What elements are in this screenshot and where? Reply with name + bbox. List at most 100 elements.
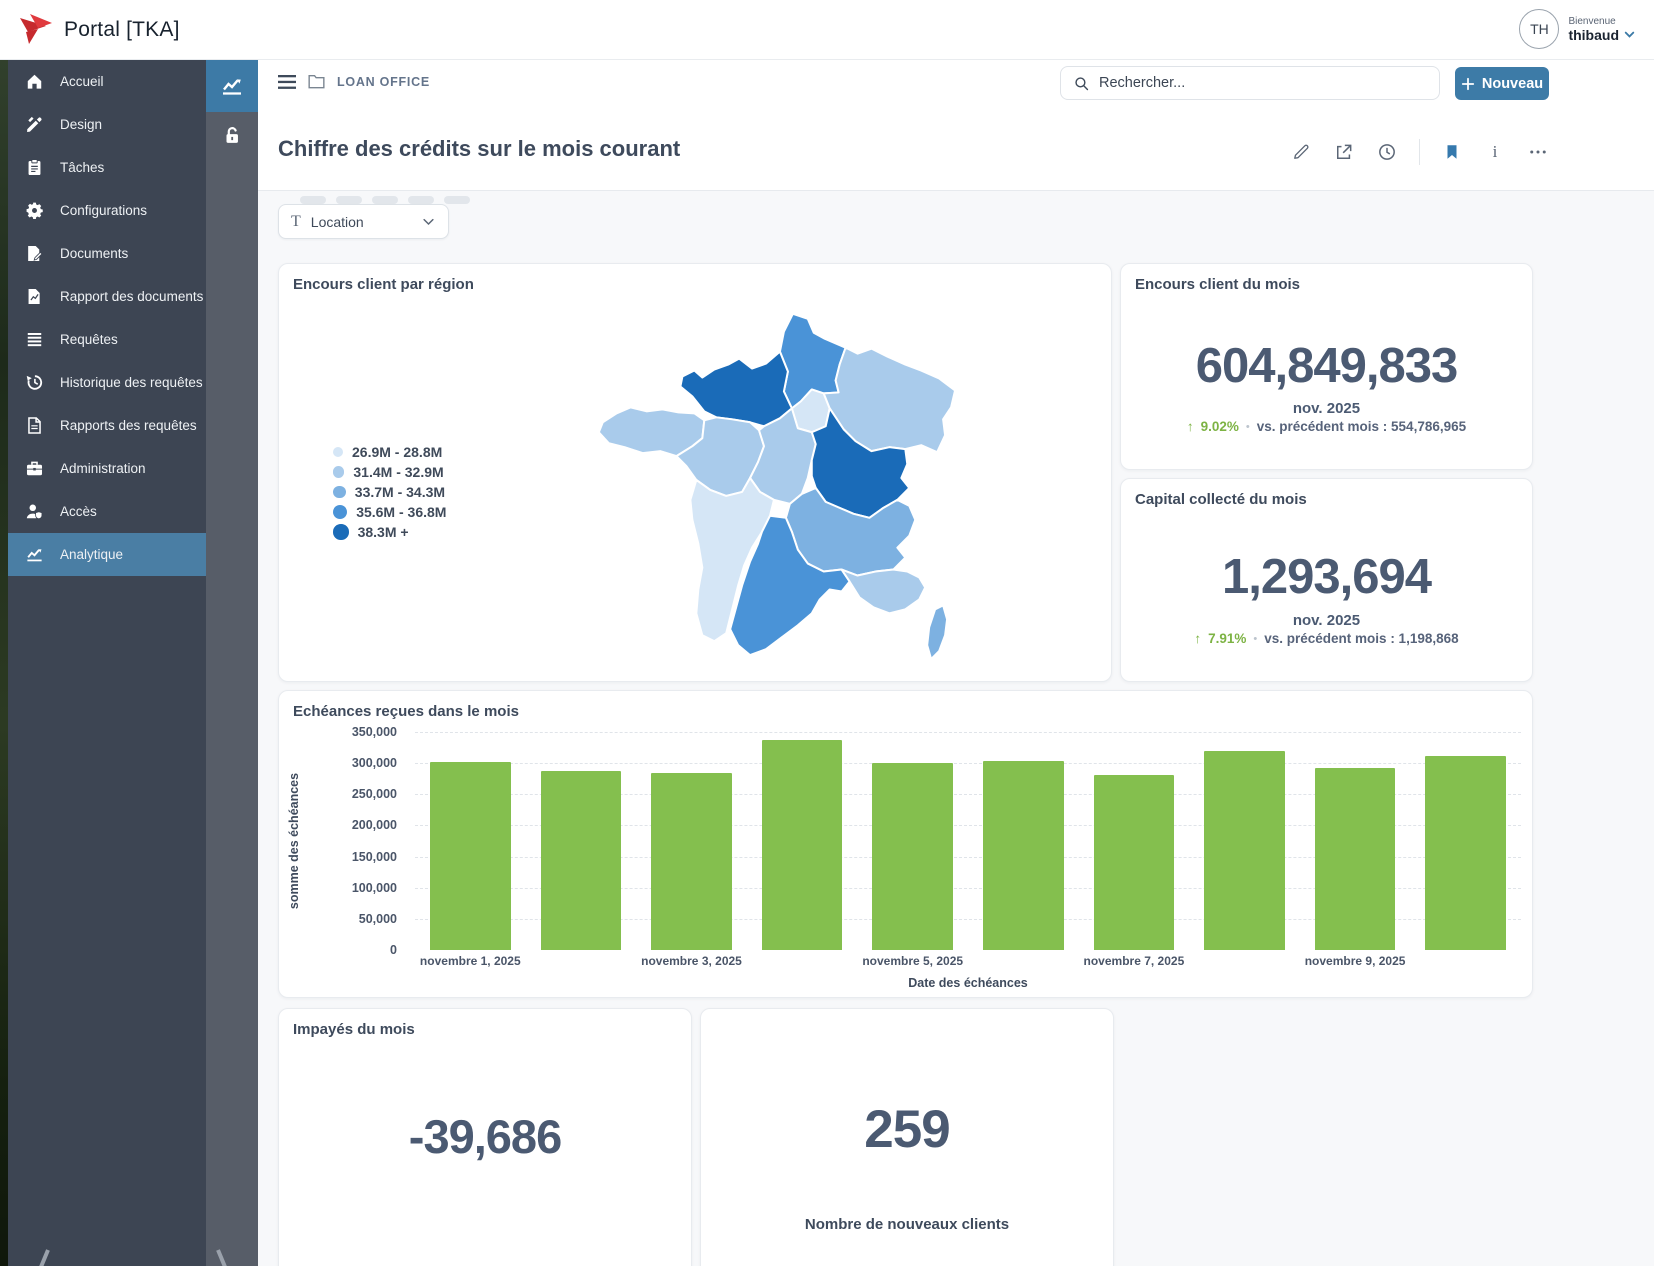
sidebar-item-administration[interactable]: Administration (8, 447, 206, 490)
kpi-period: nov. 2025 (1121, 400, 1532, 417)
y-tick-label: 0 (390, 943, 397, 957)
x-tick-label: novembre 7, 2025 (1084, 954, 1185, 968)
unlock-icon[interactable] (206, 112, 258, 160)
sidebar-item-label: Rapports des requêtes (60, 418, 197, 433)
list-icon (24, 330, 44, 350)
legend-label: 31.4M - 32.9M (353, 464, 443, 480)
sidebar-item-analytique[interactable]: Analytique (8, 533, 206, 576)
card-title: Capital collecté du mois (1135, 491, 1307, 508)
legend-label: 26.9M - 28.8M (352, 444, 442, 460)
delta-comparison: vs. précédent mois : 554,786,965 (1257, 419, 1466, 434)
history-icon (24, 373, 44, 393)
sidebar-item-rapports-des-requetes[interactable]: Rapports des requêtes (8, 404, 206, 447)
top-header: Portal [TKA] TH Bienvenue thibaud (0, 0, 1654, 60)
info-icon[interactable]: i (1484, 141, 1506, 163)
page-title: Chiffre des crédits sur le mois courant (278, 136, 680, 162)
bar-novembre-7-2025[interactable] (1094, 775, 1175, 950)
menu-toggle-icon[interactable] (278, 75, 296, 89)
card-echeances-chart: Echéances reçues dans le mois somme des … (278, 690, 1533, 998)
app-logo-icon[interactable] (16, 10, 56, 50)
sidebar-item-label: Tâches (60, 160, 104, 175)
sidebar-item-accueil[interactable]: Accueil (8, 60, 206, 103)
design-icon (24, 115, 44, 135)
home-icon (24, 72, 44, 92)
sidebar-item-configurations[interactable]: Configurations (8, 189, 206, 232)
page-actions: i (1290, 139, 1549, 165)
briefcase-icon (24, 459, 44, 479)
sidebar-item-acces[interactable]: Accès (8, 490, 206, 533)
sidebar-item-historique-des-requetes[interactable]: Historique des requêtes (8, 361, 206, 404)
sidebar-item-rapport-des-documents[interactable]: Rapport des documents (8, 275, 206, 318)
search-icon (1073, 75, 1090, 92)
new-button[interactable]: Nouveau (1455, 67, 1549, 100)
delta-percent: 9.02% (1201, 419, 1239, 434)
clock-icon[interactable] (1376, 141, 1398, 163)
breadcrumb-label[interactable]: LOAN OFFICE (337, 75, 430, 89)
main-content: LOAN OFFICE Nouveau Chiffre des crédits … (258, 60, 1654, 1266)
edit-icon[interactable] (1290, 141, 1312, 163)
bar-novembre-3-2025[interactable] (651, 773, 732, 951)
bar-novembre-4-2025[interactable] (762, 740, 843, 950)
x-tick-label: novembre 1, 2025 (420, 954, 521, 968)
mini-analytics-tab[interactable] (206, 60, 258, 112)
username: thibaud (1568, 27, 1619, 43)
plus-icon (1461, 77, 1475, 91)
bar-novembre-5-2025[interactable] (872, 763, 953, 950)
legend-dot (333, 524, 349, 540)
sidebar-item-requetes[interactable]: Requêtes (8, 318, 206, 361)
kpi-value: 1,293,694 (1121, 549, 1532, 605)
sidebar-item-documents[interactable]: Documents (8, 232, 206, 275)
chevron-down-icon (1623, 28, 1636, 41)
more-options-icon[interactable] (1527, 141, 1549, 163)
sidebar-item-label: Rapport des documents (60, 289, 203, 304)
y-tick-label: 200,000 (352, 818, 397, 832)
bar-novembre-1-2025[interactable] (430, 762, 511, 950)
sidebar-item-taches[interactable]: Tâches (8, 146, 206, 189)
legend-item: 26.9M - 28.8M (333, 444, 446, 460)
filter-location[interactable]: T Location (278, 204, 449, 239)
bar-novembre-8-2025[interactable] (1204, 751, 1285, 950)
share-icon[interactable] (1333, 141, 1355, 163)
legend-dot (333, 505, 347, 519)
delta-up-arrow: ↑ (1187, 419, 1194, 434)
y-tick-label: 100,000 (352, 881, 397, 895)
line-chart-icon (220, 74, 244, 98)
card-title: Encours client du mois (1135, 276, 1300, 293)
search-input[interactable] (1099, 75, 1427, 91)
divider (1419, 139, 1420, 165)
bar-novembre-6-2025[interactable] (983, 761, 1064, 950)
bar-novembre-9-2025[interactable] (1315, 768, 1396, 950)
avatar[interactable]: TH (1519, 9, 1559, 49)
doc-edit-icon (24, 244, 44, 264)
card-capital-collecte: Capital collecté du mois 1,293,694 nov. … (1120, 478, 1533, 682)
sidebar-item-label: Design (60, 117, 102, 132)
carousel-prev-icon[interactable] (26, 1246, 52, 1266)
carousel-next-icon[interactable] (214, 1246, 240, 1266)
y-tick-label: 50,000 (359, 912, 397, 926)
card-nouveaux-clients: 259 Nombre de nouveaux clients (700, 1008, 1114, 1266)
breadcrumb: LOAN OFFICE (278, 74, 430, 89)
sidebar-mini-strip (206, 60, 258, 1266)
sidebar-item-design[interactable]: Design (8, 103, 206, 146)
bar-novembre-10-2025[interactable] (1425, 756, 1506, 950)
kpi-value: -39,686 (279, 1109, 691, 1164)
sidebar-item-label: Accès (60, 504, 97, 519)
map-region-provence-alpes-cote-d-azur[interactable] (842, 570, 926, 614)
sidebar-item-label: Administration (60, 461, 146, 476)
map-region-corse[interactable] (927, 605, 947, 659)
delta-percent: 7.91% (1208, 631, 1246, 646)
kpi-delta-row: ↑ 9.02% • vs. précédent mois : 554,786,9… (1121, 419, 1532, 434)
kpi-period: nov. 2025 (1121, 612, 1532, 629)
y-tick-label: 300,000 (352, 756, 397, 770)
sidebar-item-label: Documents (60, 246, 128, 261)
app-title: Portal [TKA] (64, 0, 180, 60)
y-tick-label: 150,000 (352, 850, 397, 864)
bookmark-icon[interactable] (1441, 141, 1463, 163)
section-divider (258, 190, 1654, 191)
bar-novembre-2-2025[interactable] (541, 771, 622, 950)
kpi-delta-row: ↑ 7.91% • vs. précédent mois : 1,198,868 (1121, 631, 1532, 646)
legend-dot (333, 447, 343, 457)
user-menu[interactable]: TH Bienvenue thibaud (1519, 9, 1636, 49)
user-shield-icon (24, 502, 44, 522)
x-tick-label: novembre 9, 2025 (1305, 954, 1406, 968)
